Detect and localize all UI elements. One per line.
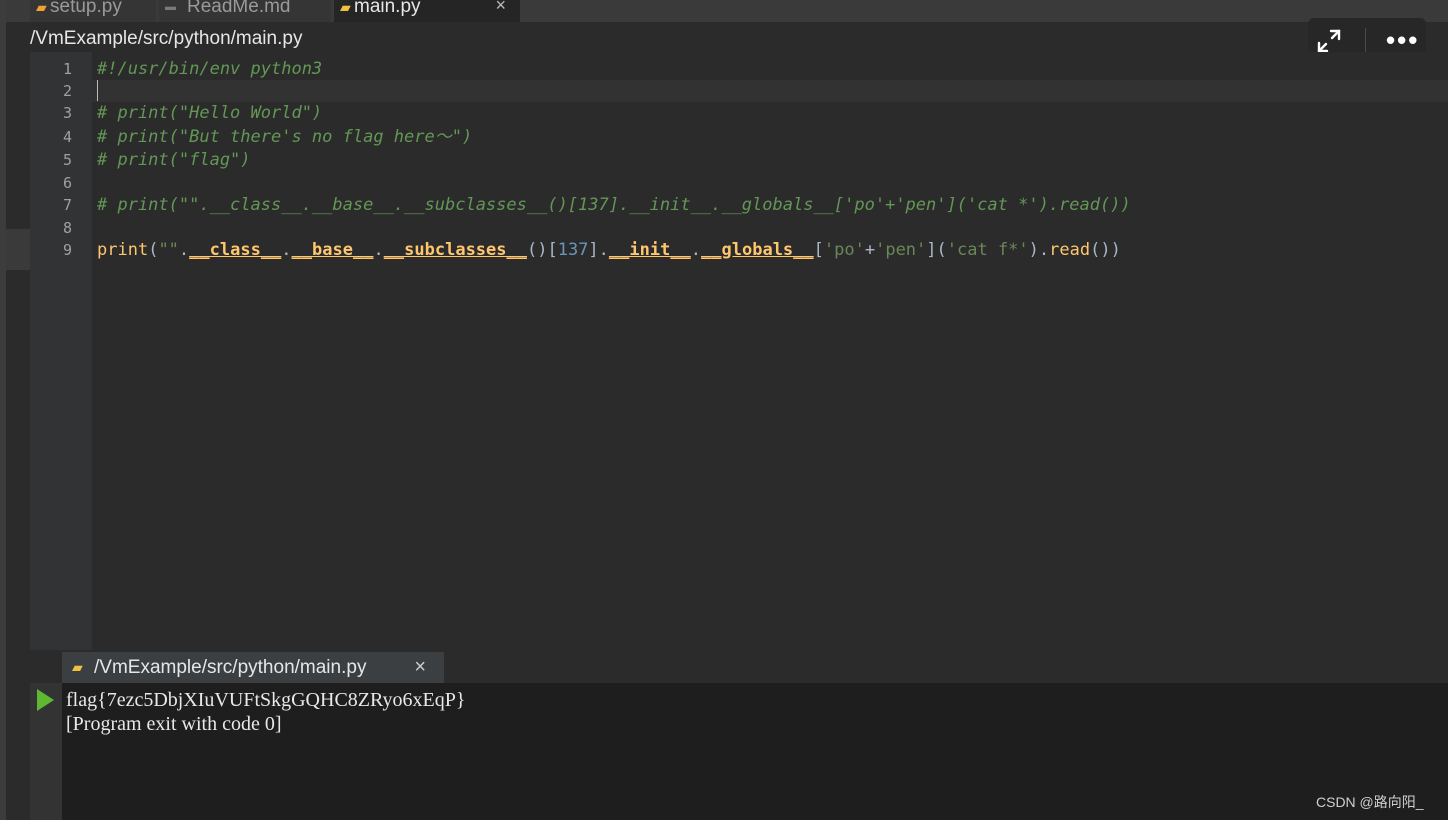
python-file-icon: ▰ [36,0,47,15]
code-token: __globals__ [701,240,814,260]
code-token: __init__ [608,240,691,260]
python-file-icon: ▰ [340,0,351,15]
file-path-breadcrumb: /VmExample/src/python/main.py [6,22,1448,52]
code-token: print [97,240,149,260]
close-icon[interactable]: × [495,0,506,14]
code-token: ()[ [526,240,558,260]
code-token: . [690,240,702,260]
line-number: 2 [62,82,72,100]
more-options-button[interactable]: ••• [1386,27,1419,53]
tab-label: setup.py [50,0,122,17]
tab-setup-py[interactable]: ▰ setup.py [30,0,156,22]
tab-label: ReadMe.md [187,0,291,17]
code-token: __base__ [291,240,374,260]
code-line-9: print("".__class__.__base__.__subclasses… [97,239,1121,261]
code-token: . [178,240,190,260]
code-token: . [373,240,384,260]
code-line-1: #!/usr/bin/env python3 [97,59,323,79]
console-line: [Program exit with code 0] [66,713,282,735]
code-token: ()) [1090,240,1121,260]
code-token: read [1049,240,1091,260]
code-line-3: # print("Hello World") [97,103,323,123]
code-line-7: # print("".__class__.__base__.__subclass… [97,195,1131,215]
tab-main-py[interactable]: ▰ main.py × [334,0,520,22]
text-caret [97,80,98,101]
line-number: 6 [62,174,72,192]
code-token: ( [148,240,159,260]
watermark: CSDN @路向阳_ [1316,794,1424,810]
code-token: 'cat f*' [946,240,1029,260]
code-token: __subclasses__ [383,240,527,260]
close-icon[interactable]: × [414,652,426,683]
line-number: 8 [62,219,72,237]
line-number: 3 [62,104,72,122]
code-token: __class__ [189,240,282,260]
run-icon[interactable] [37,689,54,711]
code-token: ). [1028,240,1050,260]
code-token: ]( [926,240,947,260]
line-number: 4 [62,128,72,146]
code-token: ]. [588,240,609,260]
python-file-icon: ▰ [72,659,83,675]
code-token: . [281,240,292,260]
console-line: flag{7ezc5DbjXIuVUFtSkgGQHC8ZRyo6xEqP} [66,689,466,711]
run-tab-label: /VmExample/src/python/main.py [94,657,367,678]
code-line-4: # print("But there's no flag here～") [97,127,473,147]
markdown-file-icon: ▬ [165,1,176,13]
current-line-highlight [92,80,1448,102]
code-token: 137 [557,240,589,260]
code-token: 'pen' [875,240,927,260]
line-number: 7 [62,196,72,214]
tab-readme-md[interactable]: ▬ ReadMe.md [159,0,331,22]
left-edge-strip [0,0,6,820]
line-number: 9 [62,241,72,259]
code-token: + [864,240,876,260]
code-token: 'po' [823,240,865,260]
line-number: 5 [62,151,72,169]
expand-icon[interactable] [1316,28,1342,54]
code-token: [ [813,240,824,260]
gutter-marker [6,229,30,270]
line-number: 1 [62,60,72,78]
tab-label: main.py [354,0,421,17]
run-tab[interactable]: ▰ /VmExample/src/python/main.py × [62,652,444,683]
code-token: "" [158,240,179,260]
code-line-5: # print("flag") [97,150,251,170]
